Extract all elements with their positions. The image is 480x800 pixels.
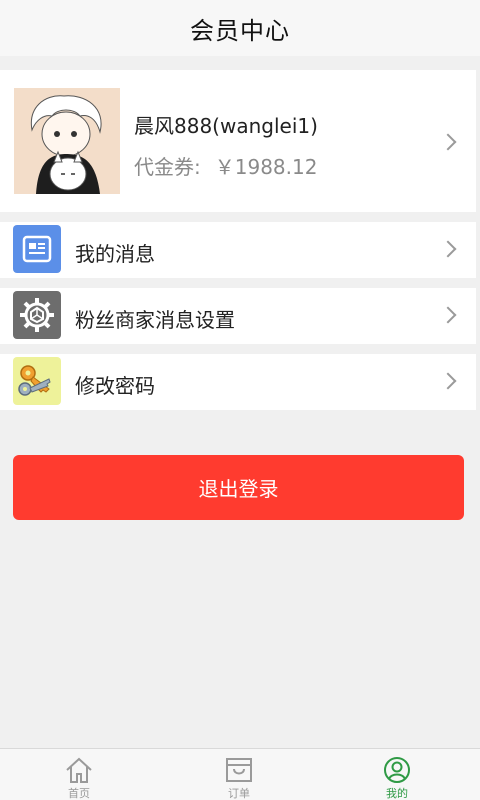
header-bar: 会员中心 (0, 0, 480, 56)
bottom-tab-bar: 首页 订单 我的 (0, 748, 480, 800)
menu-item-label: 修改密码 (75, 374, 155, 398)
tab-label: 订单 (228, 787, 250, 800)
chevron-right-icon (439, 133, 457, 151)
chevron-right-icon (439, 372, 457, 390)
keys-icon (13, 357, 61, 405)
tab-orders[interactable]: 订单 (194, 749, 284, 800)
menu-item-label: 粉丝商家消息设置 (75, 308, 235, 332)
tab-label: 我的 (386, 787, 408, 800)
voucher-label: 代金券: (134, 155, 201, 179)
app-root: 会员中心 晨风888(wanglei1) 代金券: ￥1988.12 我的消息 … (0, 0, 480, 800)
menu-item-fan-merchant-settings[interactable]: 粉丝商家消息设置 (0, 288, 476, 344)
voucher-row: 代金券: ￥1988.12 (134, 151, 317, 180)
menu-item-my-messages[interactable]: 我的消息 (0, 222, 476, 278)
logout-button[interactable]: 退出登录 (13, 455, 464, 520)
home-icon (66, 757, 92, 783)
voucher-value: ￥1988.12 (214, 155, 318, 179)
avatar (14, 88, 120, 194)
menu-item-label: 我的消息 (75, 242, 155, 266)
gear-icon (13, 291, 61, 339)
tab-mine[interactable]: 我的 (352, 749, 442, 800)
profile-card[interactable]: 晨风888(wanglei1) 代金券: ￥1988.12 (0, 70, 476, 212)
chevron-right-icon (439, 306, 457, 324)
chevron-right-icon (439, 240, 457, 258)
tab-label: 首页 (68, 787, 90, 800)
menu-item-change-password[interactable]: 修改密码 (0, 354, 476, 410)
page-title: 会员中心 (190, 16, 290, 45)
tab-home[interactable]: 首页 (34, 749, 124, 800)
profile-name: 晨风888(wanglei1) (134, 114, 318, 138)
message-icon (13, 225, 61, 273)
user-icon (384, 757, 410, 783)
cart-icon (226, 758, 252, 782)
avatar-illustration (14, 88, 120, 194)
